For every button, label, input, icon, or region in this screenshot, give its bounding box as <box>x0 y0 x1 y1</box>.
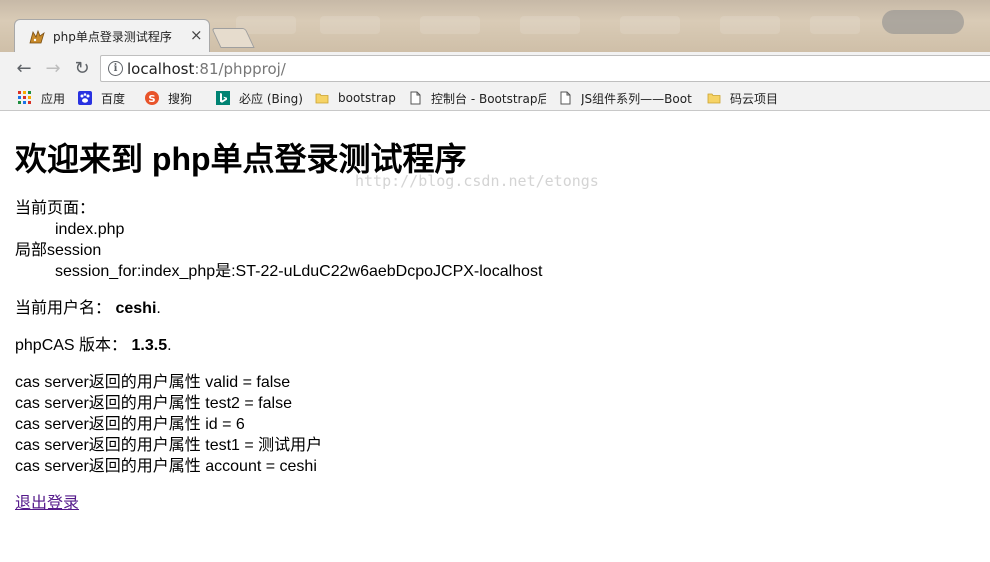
blurred-tab <box>620 16 680 34</box>
phpcas-line: phpCAS 版本： 1.3.5. <box>15 335 172 356</box>
reload-button[interactable]: ↻ <box>70 57 94 81</box>
attribute-line: cas server返回的用户属性 id = 6 <box>15 416 245 433</box>
username-suffix: . <box>156 300 161 317</box>
tab-favicon-icon <box>29 29 45 44</box>
watermark: http://blog.csdn.net/etongs <box>355 172 599 190</box>
blurred-tab <box>320 16 380 34</box>
page-icon <box>560 91 571 105</box>
folder-icon <box>707 93 721 104</box>
username-value: ceshi <box>115 300 157 317</box>
profile-button[interactable] <box>882 10 964 34</box>
username-line: 当前用户名： ceshi. <box>15 298 161 319</box>
bookmark-console[interactable]: 控制台 - Bootstrap后 <box>408 89 546 107</box>
browser-toolbar: ← → ↻ i localhost:81/phpproj/ <box>0 52 990 86</box>
bookmark-gitee-folder[interactable]: 码云项目 <box>707 89 778 107</box>
bookmark-label: 应用 <box>41 91 66 106</box>
folder-icon <box>315 93 329 104</box>
bookmark-label: 码云项目 <box>730 91 779 106</box>
attribute-line: cas server返回的用户属性 test2 = false <box>15 395 292 412</box>
bookmark-label: 百度 <box>101 91 126 106</box>
bing-icon <box>216 91 230 105</box>
baidu-paw-icon <box>78 91 92 105</box>
browser-chrome: php单点登录测试程序 × ← → ↻ i localhost:81/phppr… <box>0 0 990 111</box>
current-page-value: index.php <box>55 221 125 238</box>
phpcas-label: phpCAS 版本： <box>15 337 128 354</box>
current-page-label: 当前页面： <box>15 200 96 217</box>
bookmark-label: 搜狗 <box>168 91 193 106</box>
attribute-line: cas server返回的用户属性 valid = false <box>15 374 291 391</box>
bookmark-bing[interactable]: 必应 (Bing) <box>216 89 303 107</box>
info-icon[interactable]: i <box>108 61 123 76</box>
tab-close-icon[interactable]: × <box>190 26 203 44</box>
apps-grid-icon <box>18 91 31 104</box>
bookmarks-bar: 应用 百度 S 搜狗 必应 (Bing) bootstrap 控制台 - Boo… <box>0 86 990 110</box>
tab-strip: php单点登录测试程序 × <box>0 0 990 52</box>
session-label: 局部session <box>15 242 102 259</box>
bookmark-apps[interactable]: 应用 <box>18 89 65 107</box>
page-icon <box>410 91 421 105</box>
attribute-line: cas server返回的用户属性 account = ceshi <box>15 458 317 475</box>
forward-button[interactable]: → <box>41 57 65 81</box>
blurred-tab <box>420 16 480 34</box>
phpcas-version: 1.3.5 <box>131 337 168 354</box>
blurred-tab <box>720 16 780 34</box>
bookmark-label: 控制台 - Bootstrap后 <box>431 91 546 106</box>
username-label: 当前用户名： <box>15 300 112 317</box>
bookmark-bootstrap-folder[interactable]: bootstrap <box>315 89 396 107</box>
attribute-line: cas server返回的用户属性 test1 = 测试用户 <box>15 437 323 454</box>
bookmark-label: bootstrap <box>338 91 396 105</box>
active-tab[interactable]: php单点登录测试程序 × <box>14 19 210 52</box>
session-value: session_for:index_php是:ST-22-uLduC22w6ae… <box>55 263 543 280</box>
phpcas-suffix: . <box>167 337 172 354</box>
tab-title: php单点登录测试程序 <box>53 30 172 44</box>
svg-text:S: S <box>148 94 155 105</box>
address-url[interactable]: localhost:81/phpproj/ <box>127 60 286 78</box>
address-bar[interactable]: i localhost:81/phpproj/ <box>100 55 990 82</box>
bookmark-label: 必应 (Bing) <box>239 91 303 106</box>
logout-line: 退出登录 <box>15 493 79 514</box>
bookmark-sogou[interactable]: S 搜狗 <box>145 89 192 107</box>
back-button[interactable]: ← <box>12 57 36 81</box>
logout-link[interactable]: 退出登录 <box>15 495 79 512</box>
sogou-icon: S <box>145 91 159 105</box>
bookmark-js-components[interactable]: JS组件系列——Boot <box>558 89 694 107</box>
blurred-tab <box>810 16 860 34</box>
bookmark-baidu[interactable]: 百度 <box>78 89 125 107</box>
blurred-tab <box>520 16 580 34</box>
bookmark-label: JS组件系列——Boot <box>581 91 692 106</box>
